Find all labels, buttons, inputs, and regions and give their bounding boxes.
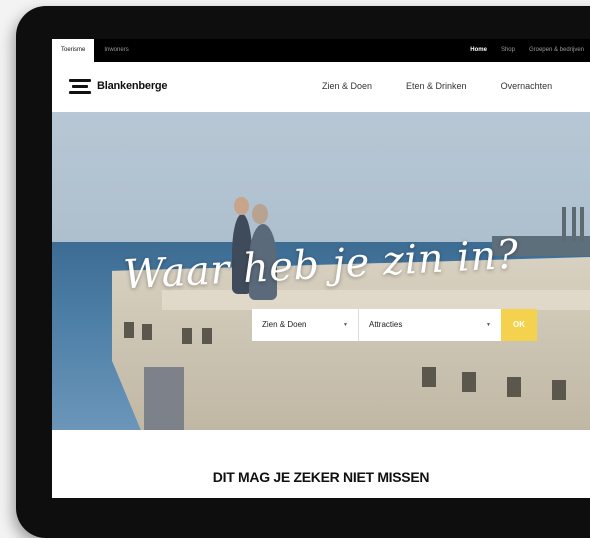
subcategory-select-value: Attracties — [369, 320, 403, 329]
railing-opening — [462, 372, 476, 392]
tab-inwoners[interactable]: Inwoners — [94, 39, 138, 62]
hero-banner: Waar heb je zin in? Zien & Doen ▼ Attrac… — [52, 112, 590, 430]
railing-opening — [124, 322, 134, 338]
tab-toerisme[interactable]: Toerisme — [52, 39, 95, 62]
railing-opening — [422, 367, 436, 387]
railing-opening — [507, 377, 521, 397]
link-groepen-bedrijven[interactable]: Groepen & bedrijven — [529, 39, 584, 62]
main-header: Blankenberge Zien & Doen Eten & Drinken … — [52, 62, 590, 112]
section-title: DIT MAG JE ZEKER NIET MISSEN — [212, 469, 430, 485]
pier-support — [144, 367, 184, 430]
category-select[interactable]: Zien & Doen ▼ — [252, 309, 359, 341]
nav-overnachten[interactable]: Overnachten — [501, 81, 553, 91]
person-woman-head — [252, 204, 268, 224]
ok-button[interactable]: OK — [501, 309, 537, 341]
main-nav: Zien & Doen Eten & Drinken Overnachten — [322, 81, 586, 91]
link-shop[interactable]: Shop — [501, 39, 515, 62]
hero-search-form: Zien & Doen ▼ Attracties ▼ OK — [252, 309, 537, 341]
chevron-down-icon: ▼ — [343, 322, 348, 328]
person-man-head — [234, 197, 249, 215]
audience-tabs: Toerisme Inwoners — [52, 39, 139, 62]
utility-links: Home Shop Groepen & bedrijven — [470, 39, 584, 62]
link-home[interactable]: Home — [470, 39, 487, 62]
railing-opening — [182, 328, 192, 344]
blankenberge-logo-icon[interactable] — [69, 79, 91, 95]
nav-eten-drinken[interactable]: Eten & Drinken — [406, 81, 467, 91]
website-screen: Toerisme Inwoners Home Shop Groepen & be… — [52, 39, 590, 498]
railing-opening — [142, 324, 152, 340]
category-select-value: Zien & Doen — [262, 320, 307, 329]
top-utility-bar: Toerisme Inwoners Home Shop Groepen & be… — [52, 39, 590, 62]
chevron-down-icon: ▼ — [486, 322, 491, 328]
railing-opening — [552, 380, 566, 400]
railing-opening — [202, 328, 212, 344]
brand-name[interactable]: Blankenberge — [97, 80, 168, 92]
nav-zien-doen[interactable]: Zien & Doen — [322, 81, 372, 91]
subcategory-select[interactable]: Attracties ▼ — [359, 309, 501, 341]
